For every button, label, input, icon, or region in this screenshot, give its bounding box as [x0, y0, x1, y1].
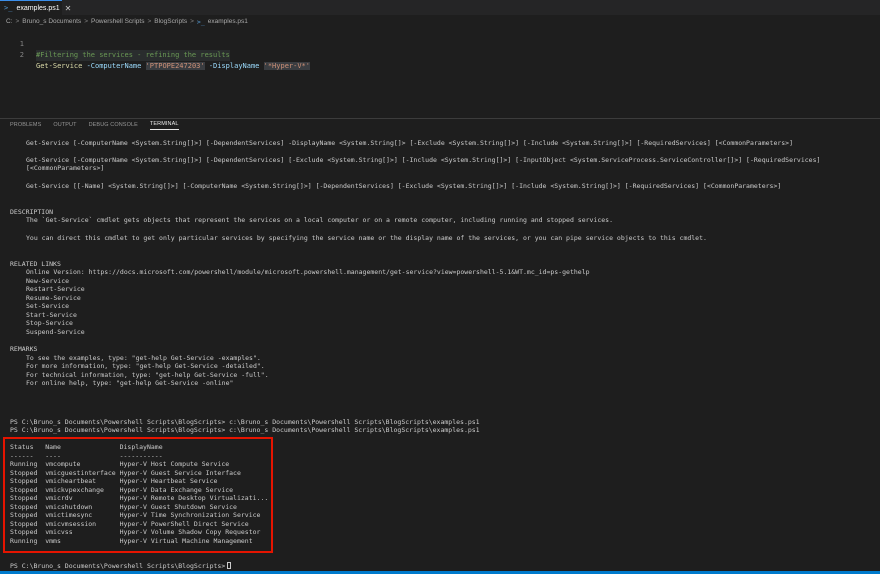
code-parameter: -DisplayName — [208, 62, 260, 70]
breadcrumb-item[interactable]: Bruno_s Documents — [22, 18, 81, 25]
code-string: '*Hyper-V*' — [263, 62, 310, 70]
code-cmdlet: Get-Service — [36, 62, 83, 70]
chevron-right-icon: > — [190, 18, 194, 25]
description-text: You can direct this cmdlet to get only p… — [26, 234, 707, 242]
related-link: Stop-Service — [26, 319, 73, 327]
terminal-prompt[interactable]: PS C:\Bruno_s Documents\Powershell Scrip… — [10, 562, 232, 571]
line-number: 2 — [19, 51, 24, 59]
tab-debug-console[interactable]: DEBUG CONSOLE — [89, 122, 138, 130]
tab-problems[interactable]: PROBLEMS — [10, 122, 41, 130]
close-icon[interactable]: ✕ — [65, 4, 72, 13]
breadcrumb: C: > Bruno_s Documents > Powershell Scri… — [0, 15, 880, 28]
powershell-icon: >_ — [4, 4, 13, 12]
syntax-line: Get-Service [[-Name] <System.String[]>] … — [26, 182, 782, 190]
highlight-annotation-box — [3, 437, 273, 553]
related-link: Restart-Service — [26, 285, 85, 293]
text-cursor — [227, 562, 232, 569]
description-text: The `Get-Service` cmdlet gets objects th… — [26, 216, 613, 224]
panel-tab-bar: PROBLEMS OUTPUT DEBUG CONSOLE TERMINAL — [0, 118, 880, 130]
editor-tab-bar: >_ examples.ps1 ✕ — [0, 0, 880, 15]
code-comment: #Filtering the services - refining the r… — [36, 50, 230, 61]
syntax-line: [<CommonParameters>] — [26, 164, 105, 172]
tab-terminal[interactable]: TERMINAL — [149, 121, 179, 130]
code-line: 1 #Filtering the services - refining the… — [0, 28, 880, 61]
prompt-text: PS C:\Bruno_s Documents\Powershell Scrip… — [10, 562, 226, 570]
chevron-right-icon: > — [15, 18, 20, 25]
remark-line: For online help, type: "get-help Get-Ser… — [26, 379, 234, 387]
breadcrumb-item[interactable]: BlogScripts — [154, 18, 187, 25]
breadcrumb-item[interactable]: Powershell Scripts — [91, 18, 144, 25]
code-editor[interactable]: 1 #Filtering the services - refining the… — [0, 28, 880, 116]
editor-tab-examples[interactable]: >_ examples.ps1 ✕ — [0, 0, 71, 15]
tab-title: examples.ps1 — [16, 4, 60, 12]
syntax-line: Get-Service [-ComputerName <System.Strin… — [26, 156, 821, 164]
tab-output[interactable]: OUTPUT — [53, 122, 76, 130]
chevron-right-icon: > — [84, 18, 88, 25]
breadcrumb-file[interactable]: examples.ps1 — [208, 18, 248, 25]
prompt-line: PS C:\Bruno_s Documents\Powershell Scrip… — [10, 426, 480, 434]
syntax-line: Get-Service [-ComputerName <System.Strin… — [26, 139, 794, 147]
section-header: REMARKS — [10, 345, 38, 353]
breadcrumb-item[interactable]: C: — [6, 18, 13, 25]
powershell-icon: >_ — [196, 17, 205, 26]
related-link: Online Version: https://docs.microsoft.c… — [26, 268, 590, 276]
code-string: 'PTPOPE247203' — [145, 62, 205, 70]
related-link: Set-Service — [26, 302, 70, 310]
code-statement: Get-Service -ComputerName 'PTPOPE247203'… — [36, 61, 310, 72]
related-link: Suspend-Service — [26, 328, 85, 336]
code-parameter: -ComputerName — [86, 62, 142, 70]
remark-line: For more information, type: "get-help Ge… — [26, 362, 265, 370]
chevron-right-icon: > — [147, 18, 152, 25]
code-line: 2 Get-Service -ComputerName 'PTPOPE24720… — [0, 39, 880, 70]
